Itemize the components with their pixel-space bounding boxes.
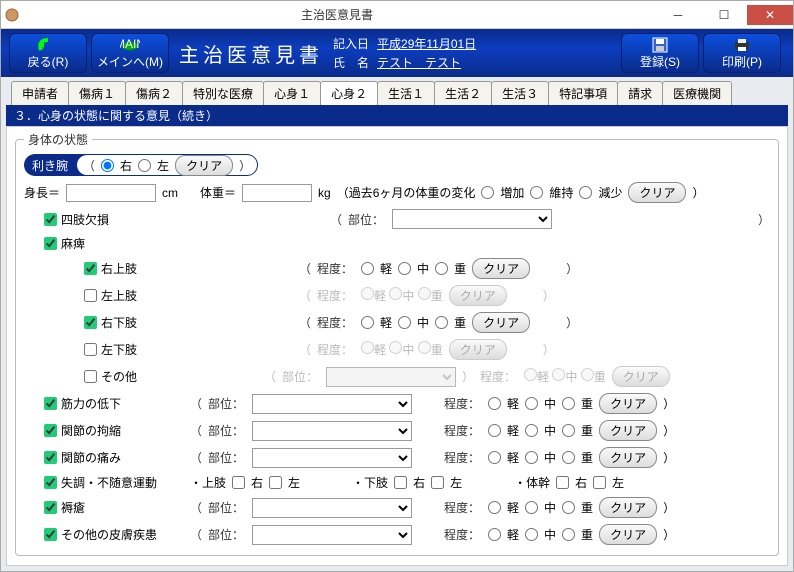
toolbar: 戻る(R) MAIN メインへ(M) 主治医意見書 記入日平成29年11月01日… [1, 29, 793, 77]
contracture-site[interactable] [252, 421, 412, 441]
bedsore-check[interactable] [44, 501, 57, 514]
doc-title: 主治医意見書 [179, 39, 323, 68]
muscle-heavy[interactable] [562, 397, 575, 410]
other-check[interactable] [84, 370, 97, 383]
app-icon [5, 8, 19, 22]
section-header: ３．心身の状態に関する意見（続き） [6, 105, 788, 126]
back-button[interactable]: 戻る(R) [9, 33, 87, 73]
contracture-check[interactable] [44, 424, 57, 437]
arm-left-radio[interactable] [138, 159, 151, 172]
titlebar: 主治医意見書 ─ ☐ ✕ [1, 1, 793, 29]
pain-check[interactable] [44, 451, 57, 464]
ll-clear: クリア [449, 339, 507, 360]
body-fieldset: 身体の状態 利き腕 （ 右 左 クリア ） 身長＝ cm 体重＝ [15, 131, 779, 556]
weight-inc-radio[interactable] [481, 186, 494, 199]
muscle-check[interactable] [44, 397, 57, 410]
fieldset-legend: 身体の状態 [24, 131, 92, 148]
weight-keep-radio[interactable] [530, 186, 543, 199]
save-icon [652, 37, 668, 53]
rl-check[interactable] [84, 316, 97, 329]
muscle-site[interactable] [252, 394, 412, 414]
meta: 記入日平成29年11月01日 氏 名テスト テスト [333, 35, 476, 71]
weight-dec-radio[interactable] [579, 186, 592, 199]
rl-heavy[interactable] [435, 316, 448, 329]
clear-weight[interactable]: クリア [628, 182, 686, 203]
tab-special[interactable]: 特別な医療 [182, 81, 264, 105]
tab-life2[interactable]: 生活２ [434, 81, 492, 105]
tab-notes[interactable]: 特記事項 [548, 81, 618, 105]
muscle-mid[interactable] [525, 397, 538, 410]
tab-life3[interactable]: 生活３ [491, 81, 549, 105]
printer-icon [733, 38, 751, 52]
ataxia-trunk-r[interactable] [556, 476, 569, 489]
tab-life1[interactable]: 生活１ [377, 81, 435, 105]
lu-clear: クリア [449, 285, 507, 306]
entry-date[interactable]: 平成29年11月01日 [377, 35, 476, 52]
other-site [326, 367, 456, 387]
height-input[interactable] [66, 184, 156, 202]
window-title: 主治医意見書 [19, 6, 655, 23]
arm-right-radio[interactable] [101, 159, 114, 172]
main-button[interactable]: MAIN メインへ(M) [91, 33, 169, 73]
limb-loss-site[interactable] [392, 209, 552, 229]
svg-text:MAIN: MAIN [120, 38, 140, 51]
minimize-button[interactable]: ─ [655, 5, 701, 25]
rl-clear[interactable]: クリア [472, 312, 530, 333]
tab-disease2[interactable]: 傷病２ [125, 81, 183, 105]
close-button[interactable]: ✕ [747, 5, 793, 25]
tab-institution[interactable]: 医療機関 [662, 81, 732, 105]
skin-site[interactable] [252, 525, 412, 545]
ataxia-lower-r[interactable] [394, 476, 407, 489]
pain-site[interactable] [252, 448, 412, 468]
ru-light[interactable] [361, 262, 374, 275]
tab-billing[interactable]: 請求 [617, 81, 663, 105]
ataxia-trunk-l[interactable] [593, 476, 606, 489]
ataxia-check[interactable] [44, 476, 57, 489]
tab-applicant[interactable]: 申請者 [11, 81, 69, 105]
ru-clear[interactable]: クリア [472, 258, 530, 279]
paralysis-check[interactable] [44, 237, 57, 250]
ataxia-upper-r[interactable] [232, 476, 245, 489]
ru-mid[interactable] [398, 262, 411, 275]
skin-check[interactable] [44, 528, 57, 541]
lu-check[interactable] [84, 289, 97, 302]
tab-disease1[interactable]: 傷病１ [68, 81, 126, 105]
maximize-button[interactable]: ☐ [701, 5, 747, 25]
ru-check[interactable] [84, 262, 97, 275]
clear-arm[interactable]: クリア [175, 155, 233, 176]
ll-check[interactable] [84, 343, 97, 356]
content: 身体の状態 利き腕 （ 右 左 クリア ） 身長＝ cm 体重＝ [6, 126, 788, 566]
ataxia-upper-l[interactable] [269, 476, 282, 489]
rl-light[interactable] [361, 316, 374, 329]
ru-heavy[interactable] [435, 262, 448, 275]
register-button[interactable]: 登録(S) [621, 33, 699, 73]
limb-loss-check[interactable] [44, 213, 57, 226]
rl-mid[interactable] [398, 316, 411, 329]
patient-name[interactable]: テスト テスト [377, 54, 461, 71]
ataxia-lower-l[interactable] [431, 476, 444, 489]
weight-input[interactable] [242, 184, 312, 202]
bedsore-site[interactable] [252, 498, 412, 518]
dominant-arm-group: 利き腕 （ 右 左 クリア ） [24, 154, 258, 176]
tab-body2[interactable]: 心身２ [320, 81, 378, 105]
muscle-clear[interactable]: クリア [599, 393, 657, 414]
tabs: 申請者 傷病１ 傷病２ 特別な医療 心身１ 心身２ 生活１ 生活２ 生活３ 特記… [1, 77, 793, 105]
print-button[interactable]: 印刷(P) [703, 33, 781, 73]
muscle-light[interactable] [488, 397, 501, 410]
tab-body1[interactable]: 心身１ [263, 81, 321, 105]
